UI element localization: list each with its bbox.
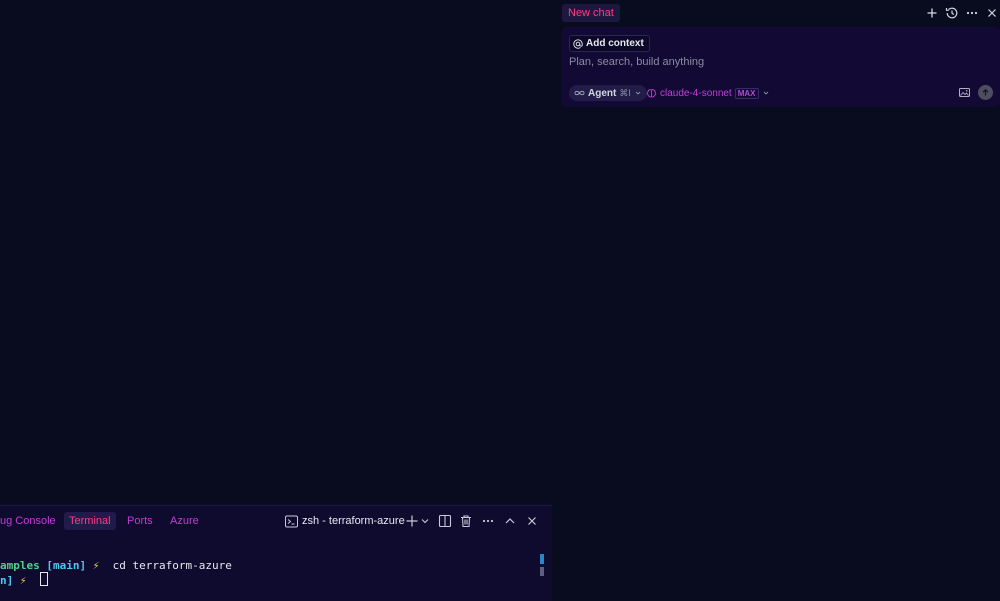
terminal-selector-label: zsh - terraform-azure xyxy=(302,515,405,527)
more-icon xyxy=(482,519,494,523)
split-icon xyxy=(438,514,452,528)
maximize-panel-button[interactable] xyxy=(502,513,518,529)
chat-panel: New chat Add context Plan, search, build… xyxy=(562,0,1000,600)
chat-input[interactable]: Plan, search, build anything xyxy=(569,56,704,68)
tab-terminal[interactable]: Terminal xyxy=(64,512,116,530)
prompt-symbol: ⚡ xyxy=(19,574,27,587)
plus-icon xyxy=(927,8,937,18)
prompt-directory: amples xyxy=(0,559,40,572)
new-terminal-button[interactable] xyxy=(404,513,420,529)
panel-more-button[interactable] xyxy=(480,513,496,529)
terminal-launch-profile-button[interactable] xyxy=(419,513,431,529)
max-mode-badge: MAX xyxy=(734,87,759,99)
plus-icon xyxy=(406,515,418,527)
agent-shortcut: ⌘I xyxy=(619,87,631,98)
prompt-symbol: ⚡ xyxy=(92,559,100,572)
agent-mode-label: Agent xyxy=(588,87,617,99)
prompt-branch: [main] xyxy=(46,559,87,572)
add-context-button[interactable]: Add context xyxy=(569,35,650,52)
tab-azure[interactable]: Azure xyxy=(165,512,204,530)
attach-image-button[interactable] xyxy=(958,86,971,99)
terminal-output[interactable]: amples [main] ⚡ cd terraform-azure n] ⚡ xyxy=(0,536,540,601)
image-icon xyxy=(959,88,970,97)
at-icon xyxy=(573,38,583,49)
terminal-line: n] ⚡ xyxy=(0,572,48,587)
terminal-cursor xyxy=(39,572,48,586)
new-chat-button[interactable] xyxy=(924,5,940,21)
tab-debug-console[interactable]: ug Console xyxy=(0,512,61,530)
scrollbar-marker xyxy=(540,554,544,564)
tab-ports[interactable]: Ports xyxy=(122,512,158,530)
chat-more-button[interactable] xyxy=(964,5,980,21)
panel-tab-bar: ug Console Terminal Ports Azure zsh - te… xyxy=(0,506,552,536)
arrow-up-icon xyxy=(982,88,989,96)
brain-icon xyxy=(646,88,657,97)
terminal-icon xyxy=(285,515,298,527)
tab-new-chat[interactable]: New chat xyxy=(562,4,620,22)
add-context-label: Add context xyxy=(586,38,644,49)
infinity-icon xyxy=(574,90,585,96)
close-icon xyxy=(988,9,996,17)
model-name: claude-4-sonnet xyxy=(660,87,732,99)
chevron-down-icon xyxy=(421,519,429,524)
chevron-down-icon xyxy=(635,91,641,95)
close-icon xyxy=(528,517,536,525)
terminal-line: amples [main] ⚡ cd terraform-azure xyxy=(0,559,232,572)
chat-history-button[interactable] xyxy=(944,5,960,21)
chevron-up-icon xyxy=(505,518,515,524)
close-panel-button[interactable] xyxy=(524,513,540,529)
terminal-command: cd terraform-azure xyxy=(112,559,232,572)
trash-icon xyxy=(461,515,471,528)
close-chat-button[interactable] xyxy=(984,5,1000,21)
editor-area[interactable] xyxy=(0,0,552,505)
chevron-down-icon xyxy=(763,91,768,95)
send-button[interactable] xyxy=(978,85,993,100)
history-icon xyxy=(945,7,958,19)
split-terminal-button[interactable] xyxy=(437,513,453,529)
chat-composer: Add context Plan, search, build anything… xyxy=(562,27,1000,107)
kill-terminal-button[interactable] xyxy=(458,513,474,529)
model-selector[interactable]: claude-4-sonnet MAX xyxy=(646,85,770,101)
terminal-selector[interactable]: zsh - terraform-azure xyxy=(285,513,405,529)
agent-mode-selector[interactable]: Agent ⌘I xyxy=(569,85,647,101)
scrollbar-thumb[interactable] xyxy=(540,567,544,576)
more-icon xyxy=(966,11,978,15)
terminal-panel: ug Console Terminal Ports Azure zsh - te… xyxy=(0,505,552,601)
prompt-branch: n] xyxy=(0,574,14,587)
